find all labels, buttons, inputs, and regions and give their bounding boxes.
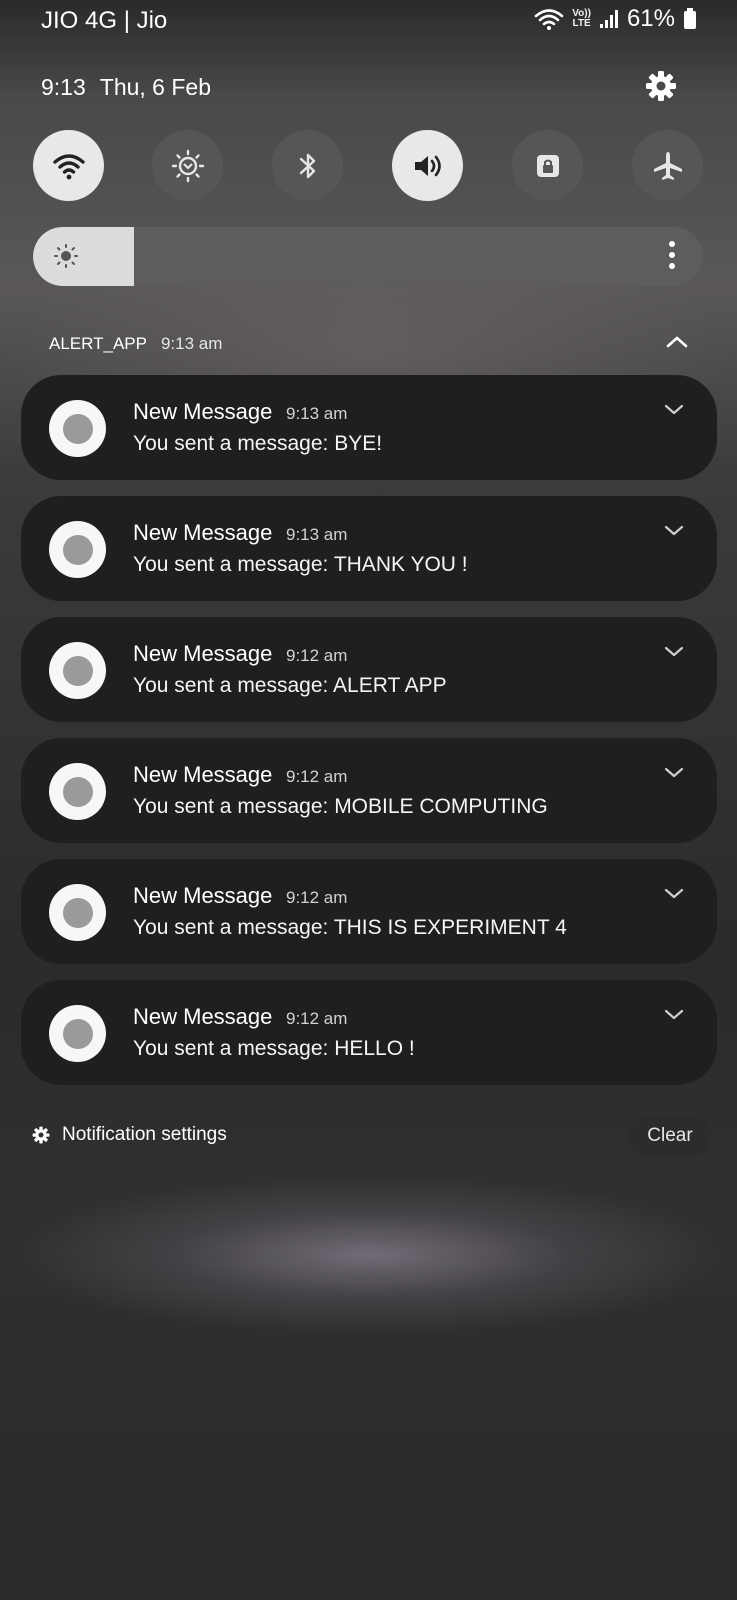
notification-card[interactable]: New Message 9:12 am You sent a message: … <box>21 617 717 722</box>
bluetooth-icon <box>299 153 315 178</box>
notification-card[interactable]: New Message 9:13 am You sent a message: … <box>21 496 717 601</box>
status-bar: JIO 4G | Jio Vo)) LTE 61% <box>0 0 737 40</box>
notification-card[interactable]: New Message 9:12 am You sent a message: … <box>21 859 717 964</box>
group-time: 9:13 am <box>160 334 223 353</box>
sound-tile[interactable] <box>392 130 463 201</box>
notification-time: 9:12 am <box>286 767 348 786</box>
notification-title: New Message <box>133 883 273 908</box>
notification-settings-link[interactable]: Notification settings <box>32 1124 227 1146</box>
app-icon <box>49 642 106 699</box>
notification-group-header: ALERT_APP 9:13 am <box>49 334 222 354</box>
clock-time: 9:13 <box>41 74 86 100</box>
eye-comfort-tile[interactable] <box>152 130 223 201</box>
airplane-icon <box>653 151 682 180</box>
airplane-tile[interactable] <box>632 130 703 201</box>
wifi-tile[interactable] <box>33 130 104 201</box>
expand-chevron-icon[interactable] <box>663 766 685 780</box>
wifi-icon <box>52 153 85 179</box>
eye-comfort-icon <box>171 149 204 182</box>
notification-body: You sent a message: BYE! <box>133 432 383 455</box>
notification-card[interactable]: New Message 9:12 am You sent a message: … <box>21 980 717 1085</box>
clock-date-row: 9:13 Thu, 6 Feb <box>41 74 211 101</box>
gear-icon <box>32 1126 50 1144</box>
brightness-slider[interactable] <box>33 227 703 286</box>
sound-icon <box>414 155 441 176</box>
notification-title: New Message <box>133 520 273 545</box>
expand-chevron-icon[interactable] <box>663 887 685 901</box>
notification-card[interactable]: New Message 9:12 am You sent a message: … <box>21 738 717 843</box>
notification-settings-label: Notification settings <box>62 1124 227 1145</box>
notification-body: You sent a message: THANK YOU ! <box>133 553 468 576</box>
brightness-fill <box>33 227 134 286</box>
collapse-chevron-icon[interactable] <box>663 332 691 352</box>
group-app-name: ALERT_APP <box>49 334 147 353</box>
notification-time: 9:13 am <box>286 525 348 544</box>
app-icon <box>49 763 106 820</box>
notification-time: 9:12 am <box>286 888 348 907</box>
notification-title: New Message <box>133 762 273 787</box>
app-icon <box>49 521 106 578</box>
cell-signal-icon <box>599 10 618 28</box>
carrier-label: JIO 4G | Jio <box>41 7 168 34</box>
app-icon <box>49 400 106 457</box>
clear-button[interactable]: Clear <box>629 1115 711 1156</box>
app-icon <box>49 884 106 941</box>
expand-chevron-icon[interactable] <box>663 645 685 659</box>
notification-time: 9:12 am <box>286 646 348 665</box>
notification-title: New Message <box>133 1004 273 1029</box>
battery-icon <box>684 8 696 29</box>
notification-body: You sent a message: ALERT APP <box>133 674 447 697</box>
volte-icon: Vo)) LTE <box>572 9 591 29</box>
more-options-icon[interactable] <box>667 241 677 273</box>
notification-card[interactable]: New Message 9:13 am You sent a message: … <box>21 375 717 480</box>
notification-body: You sent a message: THIS IS EXPERIMENT 4 <box>133 916 567 939</box>
settings-gear-icon[interactable] <box>645 70 677 102</box>
brightness-sun-icon <box>54 244 78 268</box>
quick-settings-tiles <box>33 130 703 202</box>
date-label: Thu, 6 Feb <box>99 74 211 100</box>
bluetooth-tile[interactable] <box>272 130 343 201</box>
notification-time: 9:13 am <box>286 404 348 423</box>
rotation-lock-icon <box>536 154 559 177</box>
status-icons: Vo)) LTE 61% <box>534 5 697 33</box>
notification-time: 9:12 am <box>286 1009 348 1028</box>
expand-chevron-icon[interactable] <box>663 1008 685 1022</box>
expand-chevron-icon[interactable] <box>663 524 685 538</box>
wifi-signal-icon <box>534 9 564 30</box>
volte-bottom-label: LTE <box>572 18 591 29</box>
rotation-lock-tile[interactable] <box>512 130 583 201</box>
app-icon <box>49 1005 106 1062</box>
expand-chevron-icon[interactable] <box>663 403 685 417</box>
battery-percent: 61% <box>626 5 675 32</box>
notification-body: You sent a message: HELLO ! <box>133 1037 415 1060</box>
notification-body: You sent a message: MOBILE COMPUTING <box>133 795 548 818</box>
notification-title: New Message <box>133 399 273 424</box>
notification-title: New Message <box>133 641 273 666</box>
